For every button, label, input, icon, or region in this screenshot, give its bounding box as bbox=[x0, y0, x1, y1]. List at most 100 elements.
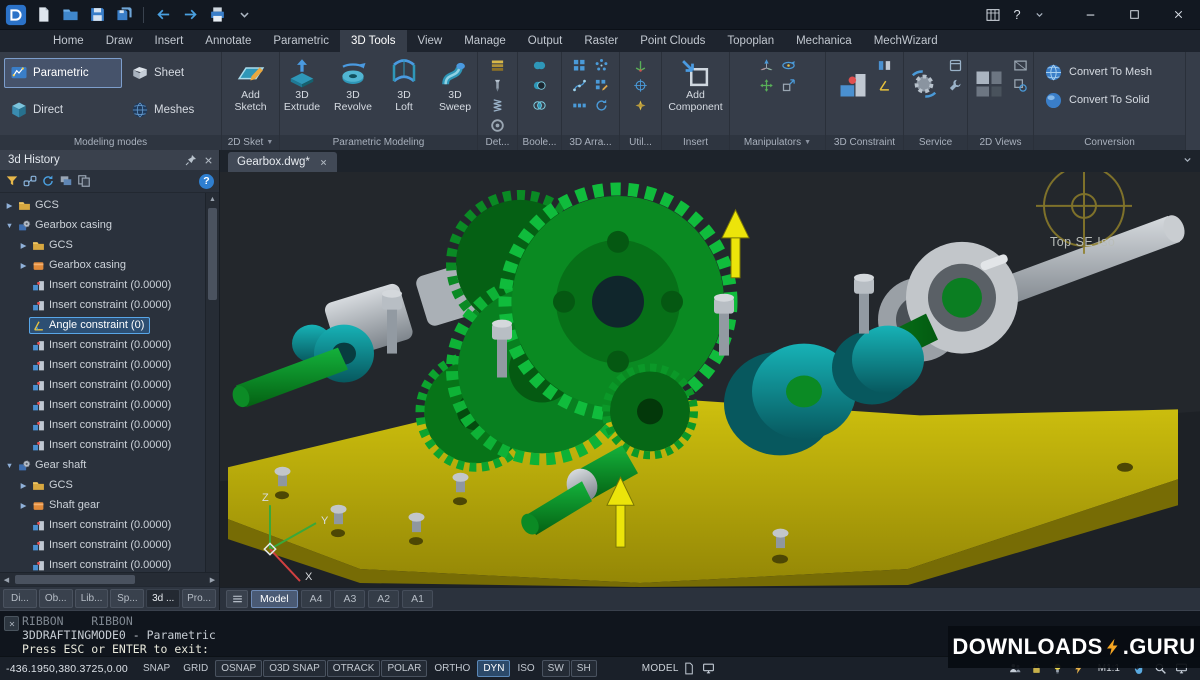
panel-tab-lib[interactable]: Lib... bbox=[75, 589, 109, 608]
ribbon-button-add-sketch[interactable]: Add Sketch bbox=[227, 56, 275, 115]
status-toggle-iso[interactable]: ISO bbox=[511, 660, 540, 677]
minimize-button[interactable] bbox=[1068, 0, 1112, 30]
maximize-button[interactable] bbox=[1112, 0, 1156, 30]
tree-item[interactable]: Insert constraint (0.0000) bbox=[0, 335, 205, 355]
ribbon-button-spring[interactable] bbox=[488, 96, 508, 114]
status-toggle-osnap[interactable]: OSNAP bbox=[215, 660, 262, 677]
layout-tab-a1[interactable]: A1 bbox=[402, 590, 433, 608]
ribbon-button-convert-to-mesh[interactable]: Convert To Mesh bbox=[1038, 60, 1158, 84]
ribbon-button-bool-intersect[interactable] bbox=[530, 96, 550, 114]
tree-item[interactable]: Insert constraint (0.0000) bbox=[0, 435, 205, 455]
tree-item[interactable]: Insert constraint (0.0000) bbox=[0, 275, 205, 295]
ribbon-tab-3d-tools[interactable]: 3D Tools bbox=[340, 30, 407, 52]
ribbon-button-util-point[interactable] bbox=[631, 96, 651, 114]
ribbon-group-label[interactable]: Util... bbox=[620, 135, 661, 150]
ribbon-button-array-row[interactable] bbox=[570, 96, 590, 114]
ribbon-tab-topoplan[interactable]: Topoplan bbox=[716, 30, 785, 52]
tree-item[interactable]: Insert constraint (0.0000) bbox=[0, 355, 205, 375]
ribbon-button-util-axes[interactable] bbox=[631, 56, 651, 74]
status-toggle-polar[interactable]: POLAR bbox=[381, 660, 427, 677]
ribbon-group-label[interactable]: Service bbox=[904, 135, 967, 150]
ribbon-group-label[interactable]: Boole... bbox=[518, 135, 561, 150]
ribbon-tab-annotate[interactable]: Annotate bbox=[194, 30, 262, 52]
layout-tab-a3[interactable]: A3 bbox=[334, 590, 365, 608]
folder-open-icon[interactable] bbox=[58, 3, 82, 27]
logo-icon[interactable] bbox=[4, 3, 28, 27]
panel-tab-3d[interactable]: 3d ... bbox=[146, 589, 180, 608]
ribbon-group-label[interactable]: 3D Constraint bbox=[826, 135, 903, 150]
chevron-down-icon[interactable] bbox=[1033, 8, 1046, 21]
scroll-left-icon[interactable]: ◀ bbox=[0, 573, 13, 586]
ribbon-button-service-big[interactable] bbox=[906, 56, 942, 112]
ribbon-tab-insert[interactable]: Insert bbox=[144, 30, 195, 52]
ribbon-button-manip-gizmo[interactable] bbox=[757, 56, 777, 74]
status-toggle-grid[interactable]: GRID bbox=[177, 660, 214, 677]
ribbon-button-screw[interactable] bbox=[488, 76, 508, 94]
scroll-right-icon[interactable]: ▶ bbox=[206, 573, 219, 586]
ribbon-tab-manage[interactable]: Manage bbox=[453, 30, 517, 52]
ribbon-group-label[interactable]: Manipulators▼ bbox=[730, 135, 825, 150]
ribbon-tab-output[interactable]: Output bbox=[517, 30, 574, 52]
expand-arrow-icon[interactable]: ▼ bbox=[4, 461, 15, 470]
file-new-icon[interactable] bbox=[31, 3, 55, 27]
tree-item[interactable]: ▶GCS bbox=[0, 235, 205, 255]
status-toggle-dyn[interactable]: DYN bbox=[477, 660, 510, 677]
ribbon-tab-raster[interactable]: Raster bbox=[573, 30, 629, 52]
viewport-canvas[interactable]: Z Y X Top SE Iso bbox=[220, 172, 1200, 587]
status-toggle-ortho[interactable]: ORTHO bbox=[428, 660, 476, 677]
ribbon-button-manip-move[interactable] bbox=[757, 76, 777, 94]
close-button[interactable] bbox=[1156, 0, 1200, 30]
ribbon-button-constraint-big[interactable] bbox=[835, 56, 871, 112]
ribbon-collapse-icon[interactable] bbox=[1181, 153, 1194, 166]
ribbon-button-view-a[interactable] bbox=[1010, 56, 1030, 74]
ribbon-tab-mechwizard[interactable]: MechWizard bbox=[863, 30, 949, 52]
help-button[interactable]: ? bbox=[1009, 7, 1025, 22]
close-icon[interactable] bbox=[4, 616, 19, 631]
ribbon-group-label[interactable]: Insert bbox=[662, 135, 729, 150]
expand-arrow-icon[interactable]: ▶ bbox=[18, 481, 29, 490]
ribbon-button-views-big[interactable] bbox=[971, 56, 1007, 112]
tree-item[interactable]: Insert constraint (0.0000) bbox=[0, 515, 205, 535]
layout-tab-a2[interactable]: A2 bbox=[368, 590, 399, 608]
tree-item[interactable]: Insert constraint (0.0000) bbox=[0, 415, 205, 435]
tree-item[interactable]: Insert constraint (0.0000) bbox=[0, 535, 205, 555]
ribbon-button-3d-loft[interactable]: 3D Loft bbox=[380, 56, 428, 115]
ribbon-button-3d-revolve[interactable]: 3D Revolve bbox=[329, 56, 377, 115]
ribbon-group-label[interactable]: Conversion bbox=[1034, 135, 1185, 150]
ribbon-tab-draw[interactable]: Draw bbox=[95, 30, 144, 52]
tree-item[interactable]: ▶GCS bbox=[0, 195, 205, 215]
ribbon-group-label[interactable]: 2D Sket▼ bbox=[222, 135, 279, 150]
scrollbar-thumb[interactable] bbox=[15, 575, 135, 584]
undo-icon[interactable] bbox=[151, 3, 175, 27]
ribbon-group-label[interactable]: Modeling modes bbox=[0, 135, 221, 150]
ribbon-tab-point-clouds[interactable]: Point Clouds bbox=[629, 30, 716, 52]
paper-icon[interactable] bbox=[680, 660, 698, 678]
status-toggle-sh[interactable]: SH bbox=[571, 660, 597, 677]
tree-item[interactable]: ▶GCS bbox=[0, 475, 205, 495]
ribbon-button-array-rect[interactable] bbox=[570, 56, 590, 74]
ribbon-button-view-b[interactable] bbox=[1010, 76, 1030, 94]
save-icon[interactable] bbox=[85, 3, 109, 27]
layout-tab-a4[interactable]: A4 bbox=[301, 590, 332, 608]
status-toggle-otrack[interactable]: OTRACK bbox=[327, 660, 381, 677]
pin-icon[interactable] bbox=[185, 154, 197, 166]
document-tab[interactable]: Gearbox.dwg* bbox=[228, 152, 337, 172]
ribbon-button-manip-rotate[interactable] bbox=[779, 56, 799, 74]
ribbon-group-label[interactable]: Det... bbox=[478, 135, 517, 150]
close-icon[interactable] bbox=[203, 155, 214, 166]
expand-arrow-icon[interactable]: ▶ bbox=[18, 241, 29, 250]
ribbon-button-stack[interactable] bbox=[488, 56, 508, 74]
ribbon-button-array-path[interactable] bbox=[570, 76, 590, 94]
tree-item[interactable]: ▼Gear shaft bbox=[0, 455, 205, 475]
table-icon[interactable] bbox=[985, 7, 1001, 23]
ribbon-button-3d-extrude[interactable]: 3D Extrude bbox=[280, 56, 326, 115]
save-all-icon[interactable] bbox=[112, 3, 136, 27]
refresh-icon[interactable] bbox=[41, 174, 55, 188]
ribbon-button-3d-sweep[interactable]: 3D Sweep bbox=[431, 56, 477, 115]
scrollbar-thumb[interactable] bbox=[208, 208, 217, 300]
panel-tab-di[interactable]: Di... bbox=[3, 589, 37, 608]
scroll-up-icon[interactable]: ▲ bbox=[206, 193, 219, 206]
space-mode-label[interactable]: MODEL bbox=[642, 663, 679, 674]
copy-icon[interactable] bbox=[77, 174, 91, 188]
layers-icon[interactable] bbox=[59, 174, 73, 188]
